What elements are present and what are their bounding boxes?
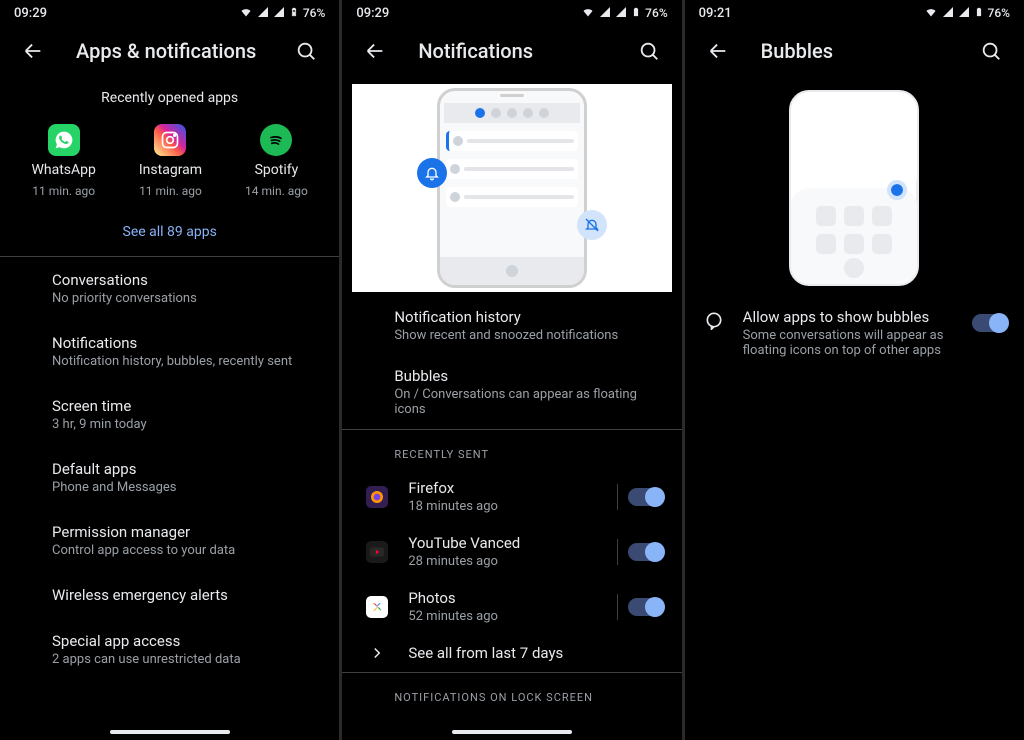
app-bar: Bubbles <box>685 26 1024 84</box>
item-bubbles[interactable]: BubblesOn / Conversations can appear as … <box>342 355 681 429</box>
item-special-access[interactable]: Special app access2 apps can use unrestr… <box>0 618 339 681</box>
instagram-icon <box>154 124 186 156</box>
lock-screen-label: NOTIFICATIONS ON LOCK SCREEN <box>342 673 681 712</box>
app-bar: Notifications <box>342 26 681 84</box>
status-time: 09:21 <box>699 6 732 21</box>
wifi-icon <box>924 6 938 21</box>
item-wireless-alerts[interactable]: Wireless emergency alerts <box>0 572 339 618</box>
page-title: Notifications <box>418 39 605 63</box>
bell-icon <box>417 158 447 188</box>
app-name: Spotify <box>255 162 299 178</box>
recent-app-whatsapp[interactable]: WhatsApp 11 min. ago <box>31 124 95 198</box>
item-default-apps[interactable]: Default appsPhone and Messages <box>0 446 339 509</box>
app-name: WhatsApp <box>31 162 95 178</box>
app-time: 11 min. ago <box>32 184 95 198</box>
search-button[interactable] <box>634 36 664 66</box>
item-screen-time[interactable]: Screen time3 hr, 9 min today <box>0 383 339 446</box>
recent-app-spotify[interactable]: Spotify 14 min. ago <box>245 124 308 198</box>
screen-apps-notifications: 09:29 76% Apps & notifications Recently … <box>0 0 339 740</box>
search-button[interactable] <box>291 36 321 66</box>
chevron-right-icon <box>360 644 394 662</box>
firefox-icon <box>366 486 388 508</box>
signal-icon <box>599 6 611 21</box>
battery-icon <box>631 5 641 22</box>
recent-app-instagram[interactable]: Instagram 11 min. ago <box>139 124 202 198</box>
signal-icon <box>615 6 627 21</box>
item-conversations[interactable]: ConversationsNo priority conversations <box>0 257 339 320</box>
status-icons: 76% <box>579 5 667 22</box>
wifi-icon <box>239 6 253 21</box>
status-icons: 76% <box>922 5 1010 22</box>
item-permission-manager[interactable]: Permission managerControl app access to … <box>0 509 339 572</box>
item-allow-bubbles[interactable]: Allow apps to show bubbles Some conversa… <box>685 296 1024 370</box>
status-bar: 09:29 76% <box>0 0 339 26</box>
page-title: Bubbles <box>761 39 948 63</box>
see-all-recent-link[interactable]: See all from last 7 days <box>342 634 681 672</box>
see-all-apps-link[interactable]: See all 89 apps <box>0 216 339 256</box>
battery-icon <box>289 5 299 22</box>
screen-bubbles: 09:21 76% Bubbles Allow apps to show bub… <box>685 0 1024 740</box>
notification-illustration <box>352 84 671 292</box>
battery-percent: 76% <box>645 6 667 20</box>
bell-off-icon <box>577 210 607 240</box>
photos-icon <box>366 596 388 618</box>
status-bar: 09:29 76% <box>342 0 681 26</box>
back-button[interactable] <box>18 36 48 66</box>
page-title: Apps & notifications <box>76 39 263 63</box>
settings-list: ConversationsNo priority conversations N… <box>0 257 339 681</box>
battery-icon <box>974 5 984 22</box>
app-time: 11 min. ago <box>139 184 202 198</box>
home-indicator[interactable] <box>452 730 572 734</box>
wifi-icon <box>581 6 595 21</box>
bubbles-illustration <box>695 84 1014 292</box>
item-notifications[interactable]: NotificationsNotification history, bubbl… <box>0 320 339 383</box>
back-button[interactable] <box>703 36 733 66</box>
status-icons: 76% <box>237 5 325 22</box>
recent-app-photos[interactable]: Photos52 minutes ago <box>342 579 681 634</box>
app-name: Instagram <box>139 162 202 178</box>
recently-sent-label: RECENTLY SENT <box>342 430 681 469</box>
toggle-allow-bubbles[interactable] <box>972 314 1008 332</box>
home-indicator[interactable] <box>110 730 230 734</box>
app-bar: Apps & notifications <box>0 26 339 84</box>
screen-notifications: 09:29 76% Notifications Notificat <box>342 0 681 740</box>
back-button[interactable] <box>360 36 390 66</box>
status-time: 09:29 <box>14 6 47 21</box>
toggle-youtube[interactable] <box>628 543 664 561</box>
signal-icon <box>257 6 269 21</box>
signal-icon <box>942 6 954 21</box>
comment-icon <box>701 308 727 330</box>
signal-icon <box>958 6 970 21</box>
toggle-photos[interactable] <box>628 598 664 616</box>
youtube-icon <box>366 541 388 563</box>
battery-percent: 76% <box>988 6 1010 20</box>
recent-apps-row: WhatsApp 11 min. ago Instagram 11 min. a… <box>0 124 339 216</box>
app-time: 14 min. ago <box>245 184 308 198</box>
spotify-icon <box>260 124 292 156</box>
recent-app-firefox[interactable]: Firefox18 minutes ago <box>342 469 681 524</box>
search-button[interactable] <box>976 36 1006 66</box>
recent-app-youtube-vanced[interactable]: YouTube Vanced28 minutes ago <box>342 524 681 579</box>
toggle-firefox[interactable] <box>628 488 664 506</box>
item-notification-history[interactable]: Notification historyShow recent and snoo… <box>342 296 681 355</box>
signal-icon <box>273 6 285 21</box>
status-bar: 09:21 76% <box>685 0 1024 26</box>
battery-percent: 76% <box>303 6 325 20</box>
whatsapp-icon <box>48 124 80 156</box>
recent-apps-header: Recently opened apps <box>0 84 339 124</box>
status-time: 09:29 <box>356 6 389 21</box>
